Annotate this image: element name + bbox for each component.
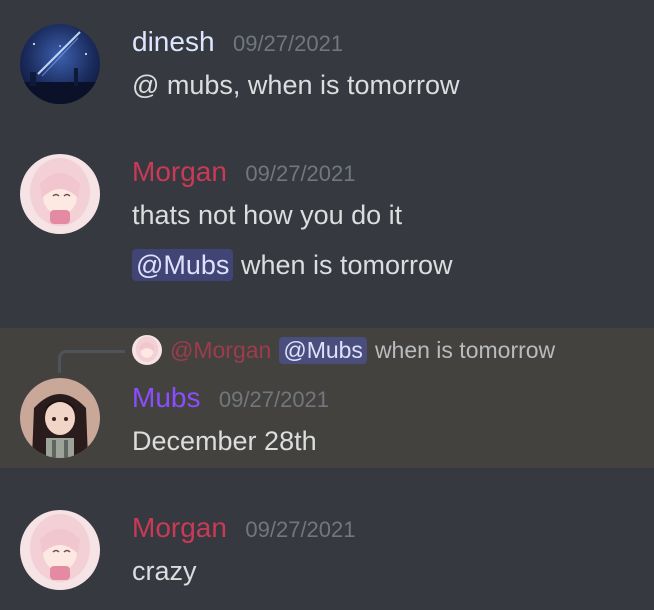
message-text: @ mubs, when is tomorrow	[132, 70, 460, 100]
avatar-morgan[interactable]	[20, 510, 100, 590]
timestamp: 09/27/2021	[232, 31, 344, 56]
username[interactable]: Mubs	[132, 382, 200, 413]
anime-girl-avatar-icon	[20, 154, 100, 234]
timestamp: 09/27/2021	[245, 517, 356, 542]
username[interactable]: Morgan	[132, 512, 227, 543]
chat-message-list: dinesh 09/27/2021 @ mubs, when is tomorr…	[0, 0, 654, 610]
message-dinesh: dinesh 09/27/2021 @ mubs, when is tomorr…	[0, 0, 654, 120]
message-text: crazy	[132, 556, 197, 586]
dark-hair-girl-avatar-icon	[20, 378, 100, 458]
username[interactable]: dinesh	[132, 26, 215, 57]
timestamp: 09/27/2021	[218, 387, 330, 412]
timestamp: 09/27/2021	[245, 161, 356, 186]
username[interactable]: Morgan	[132, 156, 227, 187]
message-mubs: Mubs 09/27/2021 December 28th	[0, 328, 654, 468]
anime-girl-avatar-icon	[20, 510, 100, 590]
avatar-morgan[interactable]	[20, 154, 100, 234]
user-mention[interactable]: @Mubs	[132, 249, 234, 281]
message-morgan-2: Morgan 09/27/2021 crazy	[0, 500, 654, 610]
message-text: December 28th	[132, 426, 317, 456]
avatar-dinesh[interactable]	[20, 24, 100, 104]
message-morgan: Morgan 09/27/2021 thats not how you do i…	[0, 150, 654, 300]
message-text-fragment: when is tomorrow	[233, 250, 453, 280]
message-text: @Mubs when is tomorrow	[132, 249, 453, 281]
night-sky-avatar-icon	[20, 24, 100, 104]
message-text: thats not how you do it	[132, 200, 403, 230]
avatar-mubs[interactable]	[20, 378, 100, 458]
